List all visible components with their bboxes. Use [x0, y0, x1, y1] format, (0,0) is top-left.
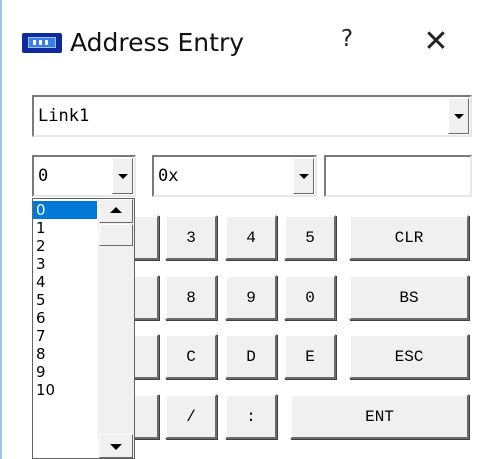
list-item[interactable]: 9	[33, 363, 97, 381]
key-d[interactable]: D	[225, 334, 277, 379]
key-8[interactable]: 8	[165, 275, 217, 320]
scroll-up-arrow-icon[interactable]	[99, 199, 133, 223]
key-colon[interactable]: :	[225, 394, 277, 439]
list-item[interactable]: 4	[33, 273, 97, 291]
help-button[interactable]: ?	[332, 26, 362, 58]
link-combo[interactable]: Link1	[32, 95, 472, 137]
list-item[interactable]: 3	[33, 255, 97, 273]
key-9[interactable]: 9	[225, 275, 277, 320]
address-input[interactable]	[324, 155, 472, 197]
hmi-screen-icon	[22, 33, 62, 53]
chevron-down-icon[interactable]	[112, 158, 133, 194]
address-entry-dialog: Address Entry ? ✕ Link1 0 0x 3 4 5 CLR 8…	[0, 0, 478, 459]
key-clr[interactable]: CLR	[349, 215, 469, 260]
key-4[interactable]: 4	[225, 215, 277, 260]
station-combo-value: 0	[38, 166, 49, 186]
station-dropdown-list[interactable]: 0 1 2 3 4 5 6 7 8 9 10	[32, 198, 135, 459]
key-3[interactable]: 3	[165, 215, 217, 260]
station-combo[interactable]: 0	[32, 155, 136, 197]
link-combo-value: Link1	[38, 106, 90, 126]
list-item[interactable]: 2	[33, 237, 97, 255]
key-ent[interactable]: ENT	[290, 394, 469, 439]
list-item[interactable]: 7	[33, 327, 97, 345]
key-esc[interactable]: ESC	[349, 334, 469, 379]
key-e[interactable]: E	[284, 334, 336, 379]
close-button[interactable]: ✕	[418, 24, 454, 60]
list-item[interactable]: 0	[33, 201, 97, 219]
list-item[interactable]: 6	[33, 309, 97, 327]
key-bs[interactable]: BS	[349, 275, 469, 320]
list-item[interactable]: 10	[33, 381, 97, 399]
key-5[interactable]: 5	[284, 215, 336, 260]
key-0[interactable]: 0	[284, 275, 336, 320]
prefix-combo-value: 0x	[158, 166, 179, 186]
scroll-down-arrow-icon[interactable]	[99, 434, 133, 458]
scrollbar-thumb[interactable]	[99, 224, 133, 246]
list-item[interactable]: 8	[33, 345, 97, 363]
title-bar: Address Entry ? ✕	[2, 0, 478, 86]
chevron-down-icon[interactable]	[448, 98, 469, 134]
chevron-down-icon[interactable]	[293, 158, 314, 194]
list-item[interactable]: 1	[33, 219, 97, 237]
key-c[interactable]: C	[165, 334, 217, 379]
window-title: Address Entry	[70, 28, 245, 57]
dropdown-scrollbar[interactable]	[98, 199, 134, 458]
key-slash[interactable]: /	[165, 394, 217, 439]
prefix-combo[interactable]: 0x	[152, 155, 317, 197]
list-item[interactable]: 5	[33, 291, 97, 309]
